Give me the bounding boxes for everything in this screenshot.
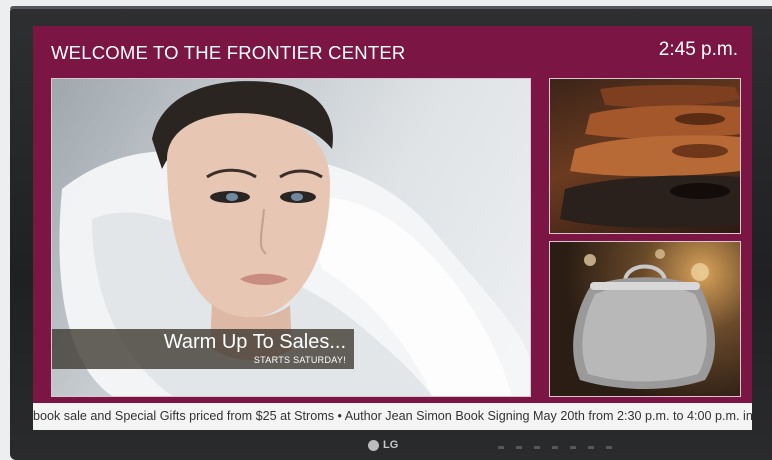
main-promo-panel: Warm Up To Sales... STARTS SATURDAY! (51, 78, 531, 397)
promo-caption-banner: Warm Up To Sales... STARTS SATURDAY! (52, 329, 354, 369)
monitor-control-buttons[interactable] (498, 446, 618, 449)
signage-screen: WELCOME TO THE FRONTIER CENTER 2:45 p.m. (33, 26, 752, 430)
welcome-title: WELCOME TO THE FRONTIER CENTER (51, 42, 406, 63)
news-ticker: book sale and Special Gifts priced from … (33, 403, 752, 430)
lg-logo-icon (368, 439, 379, 451)
promo-subline: STARTS SATURDAY! (253, 355, 346, 365)
lg-logo: LG (368, 438, 398, 452)
shoes-image (560, 84, 740, 228)
clock-time: 2:45 p.m. (658, 39, 738, 60)
brand-name: LG (383, 439, 399, 451)
shoes-image-panel (549, 78, 741, 234)
promo-headline: Warm Up To Sales... (163, 331, 346, 353)
monitor-top-edge (10, 6, 772, 9)
ticker-text: book sale and Special Gifts priced from … (33, 409, 752, 423)
sequin-purse-image (573, 249, 716, 389)
purse-image-panel (549, 241, 741, 397)
